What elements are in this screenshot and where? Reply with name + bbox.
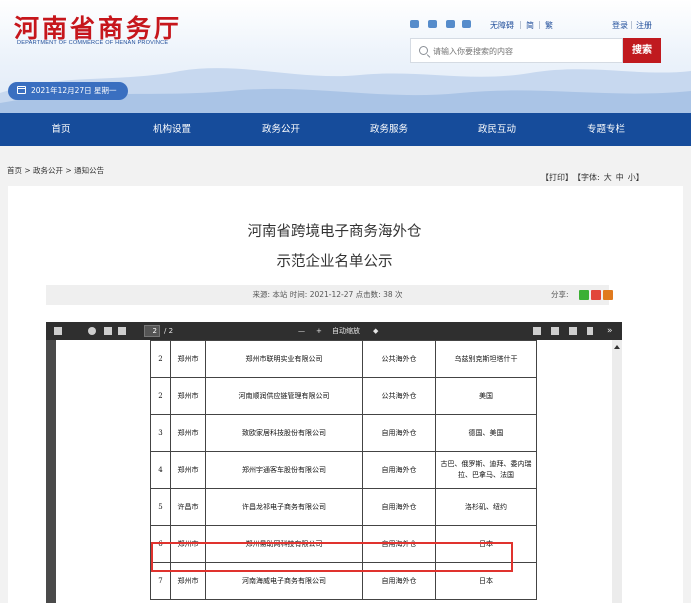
row-country: 古巴、俄罗斯、迪拜、委内瑞拉、巴拿马、法国	[435, 451, 537, 489]
nav-item-gov-affairs[interactable]: 政务公开	[249, 113, 313, 146]
article-title-line1: 河南省跨境电子商务海外仓	[247, 224, 422, 240]
login-link[interactable]: 登录	[612, 20, 628, 31]
row-city: 郑州市	[170, 451, 206, 489]
font-large-button[interactable]: 大	[604, 173, 612, 182]
row-city: 许昌市	[170, 488, 206, 526]
row-number: 5	[150, 488, 171, 526]
row-company: 致欧家居科技股份有限公司	[205, 414, 363, 452]
row-city: 郑州市	[170, 340, 206, 378]
row-company: 河南顺润供应链管理有限公司	[205, 377, 363, 415]
separator: |	[630, 20, 633, 29]
row-country: 乌兹别克斯坦塔什干	[435, 340, 537, 378]
breadcrumb[interactable]: 首页 > 政务公开 > 通知公告	[7, 165, 104, 176]
calendar-icon	[17, 86, 26, 94]
traditional-link[interactable]: 繁	[545, 20, 553, 31]
main-nav: 首页 机构设置 政务公开 政务服务 政民互动 专题专栏	[0, 113, 691, 146]
accessibility-link[interactable]: 无障碍	[490, 20, 514, 31]
row-number: 2	[150, 377, 171, 415]
separator: |	[538, 20, 541, 29]
row-city: 郑州市	[170, 377, 206, 415]
table-row: 2 郑州市 河南顺润供应链管理有限公司 公共海外仓 美国	[150, 377, 537, 415]
share-area: 分享:	[551, 285, 613, 305]
site-logo-english: DEPARTMENT OF COMMERCE OF HENAN PROVINCE	[17, 40, 169, 46]
row-warehouse-type: 公共海外仓	[362, 377, 436, 415]
article-meta: 来源: 本站 时间: 2021-12-27 点击数: 38 次	[252, 290, 403, 299]
table-row: 4 郑州市 郑州宇通客车股份有限公司 自用海外仓 古巴、俄罗斯、迪拜、委内瑞拉、巴拿马、…	[150, 451, 537, 489]
nav-item-home[interactable]: 首页	[33, 113, 89, 146]
row-country: 洛杉矶、纽约	[435, 488, 537, 526]
search-box	[410, 38, 623, 63]
print-button[interactable]: 【打印】	[541, 173, 573, 182]
site-header: 河南省商务厅 DEPARTMENT OF COMMERCE OF HENAN P…	[0, 0, 691, 113]
weibo-icon[interactable]	[410, 20, 419, 30]
search-button[interactable]: 搜索	[623, 38, 661, 63]
scroll-up-icon[interactable]	[614, 345, 620, 349]
top-links: 无障碍 | 简 | 繁 登录 | 注册	[410, 20, 660, 32]
chevron-down-icon[interactable]: ◆	[373, 324, 378, 338]
article-tools: 【打印】 【字体: 大中小】	[541, 172, 648, 183]
date-badge: 2021年12月27日 星期一	[8, 82, 128, 100]
zoom-in-button[interactable]: +	[316, 324, 322, 338]
simplified-link[interactable]: 简	[526, 20, 534, 31]
mobile-icon[interactable]	[446, 20, 455, 30]
separator: |	[519, 20, 522, 29]
highlight-box	[151, 542, 513, 572]
previous-page-icon[interactable]	[104, 327, 112, 335]
qzone-share-icon[interactable]	[603, 290, 613, 300]
nav-item-interaction[interactable]: 政民互动	[465, 113, 529, 146]
row-number: 2	[150, 340, 171, 378]
find-icon[interactable]	[88, 327, 96, 335]
download-icon[interactable]	[569, 327, 577, 335]
row-warehouse-type: 自用海外仓	[362, 414, 436, 452]
article-title-line2: 示范企业名单公示	[276, 254, 393, 270]
article-meta-bar: 来源: 本站 时间: 2021-12-27 点击数: 38 次 分享:	[46, 285, 613, 305]
nav-item-special[interactable]: 专题专栏	[574, 113, 638, 146]
share-label: 分享:	[551, 290, 569, 299]
search-icon	[419, 46, 428, 55]
pdf-viewer: 2 / 2 — + 自动缩放 ◆ » 2 郑州市 郑州市联明实业有限公司 公共海外仓乌…	[46, 322, 622, 603]
font-small-button[interactable]: 小】	[628, 173, 644, 182]
row-warehouse-type: 自用海外仓	[362, 488, 436, 526]
row-city: 郑州市	[170, 414, 206, 452]
pdf-scrollbar[interactable]	[612, 340, 622, 603]
row-number: 4	[150, 451, 171, 489]
sidebar-toggle-icon[interactable]	[54, 327, 62, 335]
zoom-out-button[interactable]: —	[298, 324, 305, 338]
row-warehouse-type: 公共海外仓	[362, 340, 436, 378]
page-total: / 2	[164, 327, 174, 335]
row-company: 郑州市联明实业有限公司	[205, 340, 363, 378]
row-country: 德国、美国	[435, 414, 537, 452]
weibo-share-icon[interactable]	[591, 290, 601, 300]
print-icon[interactable]	[551, 327, 559, 335]
more-tools-icon[interactable]: »	[607, 324, 613, 338]
search-input[interactable]	[433, 42, 618, 60]
nav-item-organization[interactable]: 机构设置	[140, 113, 204, 146]
next-page-icon[interactable]	[118, 327, 126, 335]
wechat-share-icon[interactable]	[579, 290, 589, 300]
nav-item-gov-services[interactable]: 政务服务	[357, 113, 421, 146]
table-row: 3 郑州市 致欧家居科技股份有限公司 自用海外仓 德国、美国	[150, 414, 537, 452]
app-icon[interactable]	[462, 20, 471, 30]
row-company: 许昌龙祁电子商务有限公司	[205, 488, 363, 526]
table-row: 5 许昌市 许昌龙祁电子商务有限公司 自用海外仓 洛杉矶、纽约	[150, 488, 537, 526]
pdf-toolbar: 2 / 2 — + 自动缩放 ◆ »	[46, 322, 622, 340]
row-number: 3	[150, 414, 171, 452]
register-link[interactable]: 注册	[636, 20, 652, 31]
font-size-label: 【字体:	[577, 173, 600, 182]
row-company: 郑州宇通客车股份有限公司	[205, 451, 363, 489]
bookmark-icon[interactable]	[587, 327, 593, 335]
font-mid-button[interactable]: 中	[616, 173, 624, 182]
row-warehouse-type: 自用海外仓	[362, 451, 436, 489]
row-country: 美国	[435, 377, 537, 415]
zoom-select[interactable]: 自动缩放	[332, 324, 360, 338]
pdf-page: 2 郑州市 郑州市联明实业有限公司 公共海外仓 乌兹别克斯坦塔什干 2 郑州市 河南顺润供应链…	[56, 340, 612, 603]
presentation-icon[interactable]	[533, 327, 541, 335]
wechat-icon[interactable]	[428, 20, 437, 30]
page-number-input[interactable]: 2	[144, 325, 160, 337]
page-root: 河南省商务厅 DEPARTMENT OF COMMERCE OF HENAN P…	[0, 0, 691, 603]
table-row: 2 郑州市 郑州市联明实业有限公司 公共海外仓 乌兹别克斯坦塔什干	[150, 340, 537, 378]
date-text: 2021年12月27日 星期一	[31, 86, 117, 95]
